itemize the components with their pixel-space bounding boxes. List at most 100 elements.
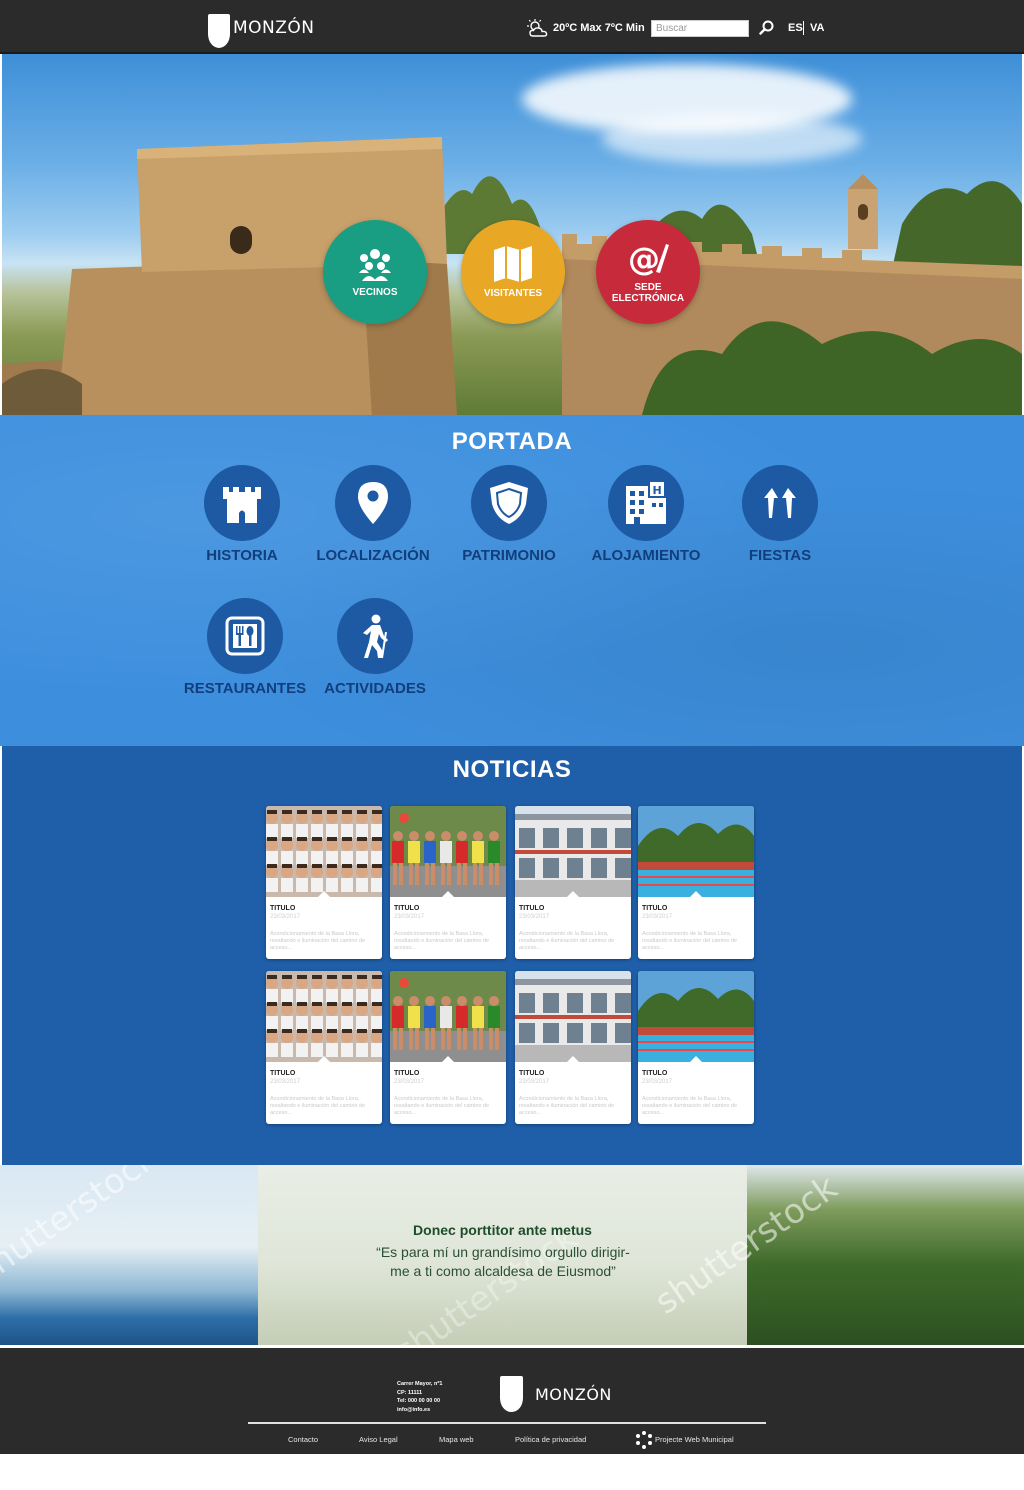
address-phone: Tel: 000 00 00 00 — [397, 1398, 441, 1404]
news-card-image[interactable] — [638, 971, 754, 1062]
castle-icon — [223, 487, 261, 523]
news-card-date: 23/03/2017 — [394, 914, 425, 920]
news-card[interactable]: TITULO 23/03/2017 Acondicionamiento de la … — [266, 971, 382, 1124]
news-card-date: 23/03/2017 — [642, 1079, 673, 1085]
historia-link[interactable]: HISTORIA — [172, 465, 312, 564]
news-card[interactable]: TITULO 23/03/2017 Acondicionamiento de la … — [638, 971, 754, 1124]
news-card-title[interactable]: TITULO — [642, 905, 667, 912]
logo-shield-icon[interactable] — [208, 14, 230, 48]
mayor-quote-band: shutterstock shutterstock shutterstock D… — [0, 1165, 1024, 1345]
actividades-link[interactable]: ACTIVIDADES — [305, 598, 445, 697]
visitantes-button[interactable]: VISITANTES — [461, 220, 565, 324]
restaurant-icon — [225, 616, 265, 656]
news-card-title[interactable]: TITULO — [519, 1070, 544, 1077]
card-notch — [317, 891, 331, 897]
lang-separator — [803, 21, 804, 35]
news-card-title[interactable]: TITULO — [394, 905, 419, 912]
news-card-date: 23/03/2017 — [270, 1079, 301, 1085]
news-card-image[interactable] — [390, 971, 506, 1062]
card-notch — [317, 1056, 331, 1062]
footer-link-aviso-legal[interactable]: Aviso Legal — [359, 1435, 398, 1444]
cloud-sun-icon — [527, 19, 548, 37]
card-notch — [689, 891, 703, 897]
news-card-image[interactable] — [266, 971, 382, 1062]
news-card[interactable]: TITULO 23/03/2017 Acondicionamiento de la … — [266, 806, 382, 959]
map-icon — [494, 245, 532, 282]
alojamiento-label: ALOJAMIENTO — [591, 547, 701, 564]
patrimonio-link[interactable]: PATRIMONIO — [439, 465, 579, 564]
svg-text:H: H — [653, 484, 662, 497]
weather-widget: 20ºC Max 7ºC Min — [527, 19, 645, 37]
page-footer: Carrer Mayor, nº1 CP: 11111 Tel: 000 00 … — [0, 1348, 1024, 1454]
hiker-icon — [363, 614, 388, 658]
footer-logo-shield-icon[interactable] — [500, 1376, 523, 1412]
vecinos-button[interactable]: VECINOS — [323, 220, 427, 324]
news-card[interactable]: TITULO 23/03/2017 Acondicionamiento de la … — [515, 971, 631, 1124]
news-card-date: 23/03/2017 — [394, 1079, 425, 1085]
footer-divider — [248, 1422, 766, 1424]
vecinos-label: VECINOS — [352, 286, 398, 298]
restaurantes-circle — [207, 598, 283, 674]
news-card-text: Acondicionamiento de la Basa Llora, resa… — [394, 1096, 490, 1116]
site-brand[interactable]: MONZÓN — [233, 18, 315, 38]
footer-address: Carrer Mayor, nº1 CP: 11111 Tel: 000 00 … — [397, 1380, 442, 1414]
at-pen-icon: @ — [628, 240, 669, 276]
actividades-circle — [337, 598, 413, 674]
news-card-title[interactable]: TITULO — [642, 1070, 667, 1077]
fiestas-link[interactable]: FIESTAS — [710, 465, 850, 564]
card-notch — [441, 1056, 455, 1062]
party-arrows-icon — [764, 488, 796, 518]
lang-es-button[interactable]: ES — [788, 22, 803, 34]
footer-brand[interactable]: MONZÓN — [535, 1385, 612, 1404]
restaurantes-link[interactable]: RESTAURANTES — [175, 598, 315, 697]
news-card-text: Acondicionamiento de la Basa Llora, resa… — [270, 1096, 366, 1116]
card-notch — [441, 891, 455, 897]
news-card[interactable]: TITULO 23/03/2017 Acondicionamiento de la … — [390, 971, 506, 1124]
news-card[interactable]: TITULO 23/03/2017 Acondicionamiento de la … — [638, 806, 754, 959]
fiestas-circle — [742, 465, 818, 541]
sede-electronica-button[interactable]: @ SEDE ELECTRÓNICA — [596, 220, 700, 324]
people-icon — [359, 248, 391, 281]
address-street: Carrer Mayor, nº1 — [397, 1381, 443, 1387]
noticias-section: NOTICIAS TITULO 23/03/2017 Acondicionamien… — [2, 746, 1022, 1165]
noticias-title: NOTICIAS — [452, 756, 572, 783]
card-notch — [566, 1056, 580, 1062]
news-card-date: 23/03/2017 — [642, 914, 673, 920]
alojamiento-link[interactable]: H ALOJAMIENTO — [576, 465, 716, 564]
footer-link-projecte-web[interactable]: Projecte Web Municipal — [655, 1435, 734, 1444]
news-card-image[interactable] — [390, 806, 506, 897]
footer-link-contacto[interactable]: Contacto — [288, 1435, 318, 1444]
card-notch — [689, 1056, 703, 1062]
footer-link-privacidad[interactable]: Política de privacidad — [515, 1435, 586, 1444]
news-card-title[interactable]: TITULO — [519, 905, 544, 912]
shield-icon — [490, 482, 528, 524]
news-card[interactable]: TITULO 23/03/2017 Acondicionamiento de la … — [390, 806, 506, 959]
news-card-text: Acondicionamiento de la Basa Llora, resa… — [394, 931, 490, 951]
news-card-date: 23/03/2017 — [270, 914, 301, 920]
svg-text:@: @ — [628, 240, 660, 276]
quote-heading: Donec porttitor ante metus — [413, 1222, 592, 1238]
news-card-text: Acondicionamiento de la Basa Llora, resa… — [270, 931, 366, 951]
news-card-image[interactable] — [266, 806, 382, 897]
search-icon[interactable] — [758, 19, 776, 37]
localizacion-link[interactable]: LOCALIZACIÓN — [303, 465, 443, 564]
address-email[interactable]: info@info.es — [397, 1406, 442, 1415]
hero-banner: VECINOS VISITANTES @ SEDE ELECTRÓNICA — [2, 54, 1022, 415]
lang-va-button[interactable]: VA — [810, 22, 824, 34]
footer-link-mapa-web[interactable]: Mapa web — [439, 1435, 474, 1444]
news-card-title[interactable]: TITULO — [394, 1070, 419, 1077]
historia-label: HISTORIA — [206, 547, 278, 564]
search-input[interactable] — [651, 20, 749, 37]
localizacion-circle — [335, 465, 411, 541]
news-card-title[interactable]: TITULO — [270, 905, 295, 912]
location-pin-icon — [358, 482, 388, 524]
news-card-image[interactable] — [638, 806, 754, 897]
localizacion-label: LOCALIZACIÓN — [316, 547, 430, 564]
news-card-title[interactable]: TITULO — [270, 1070, 295, 1077]
news-card-image[interactable] — [515, 971, 631, 1062]
news-card-text: Acondicionamiento de la Basa Llora, resa… — [519, 931, 615, 951]
top-header: MONZÓN 20ºC Max 7ºC Min ES VA — [0, 0, 1024, 54]
news-card[interactable]: TITULO 23/03/2017 Acondicionamiento de la … — [515, 806, 631, 959]
patrimonio-circle — [471, 465, 547, 541]
news-card-image[interactable] — [515, 806, 631, 897]
